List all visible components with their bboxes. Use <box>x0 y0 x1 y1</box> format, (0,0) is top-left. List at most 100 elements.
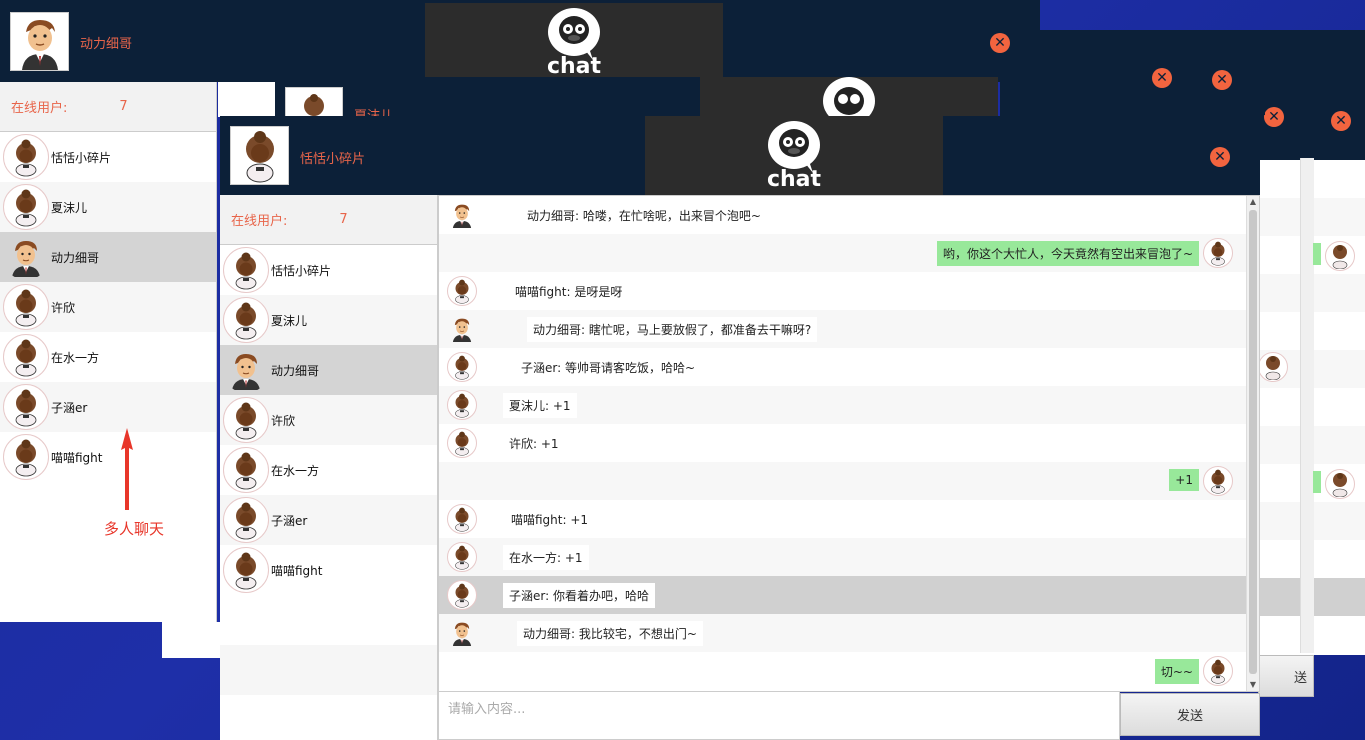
window-header: 恬恬小碎片 chat ✕ <box>220 116 1260 195</box>
user-name: 恬恬小碎片 <box>51 150 112 165</box>
message-row: 夏沫儿: +1 <box>439 386 1246 424</box>
user-panel: 在线用户: 7 恬恬小碎片 夏沫儿 动力细哥 许欣 在水一方 子涵er 喵喵fight <box>220 195 438 740</box>
girl-avatar-icon <box>447 428 477 458</box>
girl-avatar-icon <box>3 384 49 430</box>
scrollbar[interactable] <box>1300 158 1314 653</box>
message-bubble: 切~~ <box>1154 659 1199 684</box>
close-icon[interactable]: ✕ <box>1212 70 1232 90</box>
window-strip <box>162 622 220 658</box>
online-label: 在线用户: <box>11 101 68 116</box>
user-name: 喵喵fight <box>271 563 323 578</box>
send-label: 发送 <box>1280 670 1307 686</box>
message-input[interactable]: 请输入内容... <box>438 692 1120 740</box>
message-row: 喵喵fight: 是呀是呀 <box>439 272 1246 310</box>
user-list-item[interactable]: 动力细哥 <box>220 345 437 395</box>
girl-avatar-icon <box>1203 466 1233 496</box>
message-row: 动力细哥: 瞎忙呢，马上要放假了，都准备去干嘛呀? <box>439 310 1246 348</box>
girl-avatar-icon <box>223 547 269 593</box>
message-bubble: 许欣: +1 <box>503 431 565 456</box>
girl-avatar-icon <box>3 284 49 330</box>
send-button-fragment[interactable]: 发送 <box>1258 655 1314 697</box>
girl-avatar-icon <box>223 247 269 293</box>
online-users-header: 在线用户: 7 <box>0 82 216 132</box>
girl-avatar-icon <box>3 134 49 180</box>
logo-text: chat <box>766 167 822 192</box>
user-list-item[interactable]: 恬恬小碎片 <box>220 245 437 295</box>
monkey-chat-icon <box>548 8 600 60</box>
my-message-row: 切~~ <box>439 652 1246 690</box>
user-list-item[interactable]: 许欣 <box>0 282 216 332</box>
chat-logo: chat <box>425 3 723 82</box>
girl-avatar-icon <box>447 390 477 420</box>
message-bubble: 夏沫儿: +1 <box>503 393 577 418</box>
message-row: 动力细哥: 哈喽，在忙啥呢，出来冒个泡吧~ <box>439 196 1246 234</box>
user-list-item[interactable]: 喵喵fight <box>220 545 437 595</box>
chat-logo <box>700 77 998 117</box>
user-name: 子涵er <box>271 513 308 528</box>
user-list-item[interactable]: 夏沫儿 <box>0 182 216 232</box>
scroll-thumb[interactable] <box>1249 210 1257 674</box>
message-row: 许欣: +1 <box>439 424 1246 462</box>
user-list-item[interactable]: 在水一方 <box>0 332 216 382</box>
bubble-fragment <box>1313 243 1321 265</box>
user-list-item[interactable]: 在水一方 <box>220 445 437 495</box>
chat-logo: chat <box>645 116 943 195</box>
user-list-item[interactable]: 恬恬小碎片 <box>0 132 216 182</box>
close-icon[interactable]: ✕ <box>1264 107 1284 127</box>
message-bubble: 动力细哥: 我比较宅，不想出门~ <box>517 621 703 646</box>
scroll-down-icon[interactable]: ▼ <box>1248 680 1258 690</box>
user-list-item[interactable]: 子涵er <box>0 382 216 432</box>
monkey-chat-icon <box>768 121 820 173</box>
message-bubble: 喵喵fight: +1 <box>505 507 595 532</box>
message-area[interactable]: 动力细哥: 哈喽，在忙啥呢，出来冒个泡吧~ 哟，你这个大忙人，今天竟然有空出来冒泡… <box>438 195 1260 692</box>
send-button[interactable]: 发送 <box>1120 693 1260 736</box>
user-list-item[interactable]: 子涵er <box>220 495 437 545</box>
message-bubble: 动力细哥: 哈喽，在忙啥呢，出来冒个泡吧~ <box>521 203 767 228</box>
girl-avatar-icon <box>3 334 49 380</box>
my-message-row: +1 <box>439 462 1246 500</box>
message-list: 动力细哥: 哈喽，在忙啥呢，出来冒个泡吧~ 哟，你这个大忙人，今天竟然有空出来冒泡… <box>439 196 1246 691</box>
current-user-name: 恬恬小碎片 <box>300 152 366 167</box>
close-icon[interactable]: ✕ <box>1210 147 1230 167</box>
girl-avatar-icon <box>447 580 477 610</box>
logo-text: chat <box>546 54 602 79</box>
girl-avatar-icon <box>3 184 49 230</box>
user-list-item[interactable]: 喵喵fight <box>0 432 216 482</box>
scroll-up-icon[interactable]: ▲ <box>1248 197 1258 207</box>
user-name: 恬恬小碎片 <box>271 263 332 278</box>
girl-avatar-icon <box>3 434 49 480</box>
window-header: 动力细哥 chat ✕ <box>0 0 1040 82</box>
user-name: 许欣 <box>271 413 296 428</box>
user-name: 动力细哥 <box>271 363 320 378</box>
message-bubble: 子涵er: 等帅哥请客吃饭，哈哈~ <box>515 355 702 380</box>
user-list-item[interactable]: 动力细哥 <box>0 232 216 282</box>
message-bubble: 在水一方: +1 <box>503 545 589 570</box>
user-name: 动力细哥 <box>51 250 100 265</box>
bubble-fragment <box>1313 471 1321 493</box>
annotation-arrow <box>120 428 134 510</box>
avatar <box>1258 352 1288 382</box>
message-row: 动力细哥: 我比较宅，不想出门~ <box>439 614 1246 652</box>
girl-avatar-icon <box>223 397 269 443</box>
girl-avatar-icon <box>447 276 477 306</box>
girl-avatar-icon <box>447 504 477 534</box>
close-icon[interactable]: ✕ <box>1152 68 1172 88</box>
user-list: 恬恬小碎片夏沫儿动力细哥许欣在水一方 子涵er 喵喵fight <box>0 132 216 482</box>
message-bubble: +1 <box>1169 469 1199 491</box>
girl-avatar-icon <box>447 542 477 572</box>
boy-avatar-icon <box>223 347 269 393</box>
user-list-item[interactable]: 夏沫儿 <box>220 295 437 345</box>
girl-avatar-icon <box>1203 656 1233 686</box>
girl-avatar-icon <box>223 297 269 343</box>
message-row: 喵喵fight: +1 <box>439 500 1246 538</box>
message-row: 子涵er: 你看着办吧，哈哈 <box>439 576 1246 614</box>
boy-avatar-icon <box>447 618 477 648</box>
girl-avatar-icon <box>447 352 477 382</box>
user-name: 许欣 <box>51 300 76 315</box>
scrollbar[interactable]: ▲ ▼ <box>1246 196 1259 691</box>
close-icon[interactable]: ✕ <box>1331 111 1351 131</box>
girl-avatar-icon <box>223 447 269 493</box>
message-row: 在水一方: +1 <box>439 538 1246 576</box>
close-icon[interactable]: ✕ <box>990 33 1010 53</box>
user-list-item[interactable]: 许欣 <box>220 395 437 445</box>
